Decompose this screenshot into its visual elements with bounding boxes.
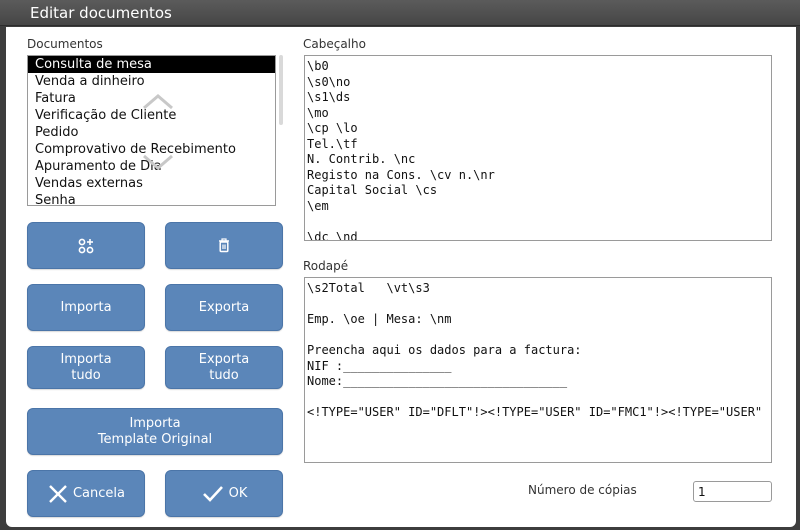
add-document-button[interactable]	[27, 222, 145, 269]
document-list-item[interactable]: Apuramento de Dia	[28, 158, 275, 175]
document-list-item[interactable]: Comprovativo de Recebimento	[28, 141, 275, 158]
document-list-item[interactable]: Vendas externas	[28, 175, 275, 192]
import-template-line1: Importa	[129, 415, 181, 431]
documents-scrollbar[interactable]	[279, 55, 283, 125]
import-all-line2: tudo	[71, 367, 101, 383]
copies-label: Número de cópias	[528, 483, 637, 497]
dialog-content: Documentos Consulta de mesa Venda a dinhe…	[6, 27, 796, 527]
export-button[interactable]: Exporta	[165, 284, 283, 331]
cancel-button-label: Cancela	[72, 485, 125, 501]
document-list-item[interactable]: Pedido	[28, 124, 275, 141]
close-icon	[49, 484, 67, 503]
checkmark-icon	[202, 485, 223, 502]
copies-input[interactable]	[693, 481, 772, 502]
import-button[interactable]: Importa	[27, 284, 145, 331]
trash-icon	[219, 238, 229, 253]
ok-button[interactable]: OK	[165, 470, 283, 517]
import-template-line2: Template Original	[97, 431, 213, 447]
footer-label: Rodapé	[303, 259, 349, 273]
export-all-line1: Exporta	[198, 351, 250, 367]
document-list-item[interactable]: Senha	[28, 192, 275, 205]
import-all-button[interactable]: Importa tudo	[27, 346, 145, 389]
import-template-button[interactable]: Importa Template Original	[27, 408, 283, 455]
header-label: Cabeçalho	[303, 37, 366, 51]
footer-textarea[interactable]: \s2Total \vt\s3 Emp. \oe | Mesa: \nm Pre…	[304, 277, 772, 463]
add-grid-icon	[78, 238, 94, 253]
export-all-button[interactable]: Exporta tudo	[165, 346, 283, 389]
document-list-item[interactable]: Fatura	[28, 90, 275, 107]
import-all-line1: Importa	[60, 351, 112, 367]
window-title: Editar documentos	[30, 4, 172, 22]
document-list-item[interactable]: Consulta de mesa	[28, 56, 275, 73]
export-all-line2: tudo	[209, 367, 239, 383]
import-button-label: Importa	[60, 299, 112, 315]
delete-document-button[interactable]	[165, 222, 283, 269]
ok-button-label: OK	[228, 485, 248, 501]
header-textarea[interactable]: \b0 \s0\no \s1\ds \mo \cp \lo Tel.\tf N.…	[304, 55, 772, 241]
documents-label: Documentos	[27, 37, 103, 51]
documents-list[interactable]: Consulta de mesa Venda a dinheiro Fatura Ve…	[27, 55, 276, 206]
title-bar: Editar documentos	[0, 0, 800, 26]
cancel-button[interactable]: Cancela	[27, 470, 145, 517]
document-list-item[interactable]: Venda a dinheiro	[28, 73, 275, 90]
document-list-item[interactable]: Verificação de Cliente	[28, 107, 275, 124]
documents-items: Consulta de mesa Venda a dinheiro Fatura Ve…	[28, 56, 275, 205]
edit-documents-window: Editar documentos Documentos Consulta de…	[0, 0, 800, 530]
export-button-label: Exporta	[198, 299, 250, 315]
